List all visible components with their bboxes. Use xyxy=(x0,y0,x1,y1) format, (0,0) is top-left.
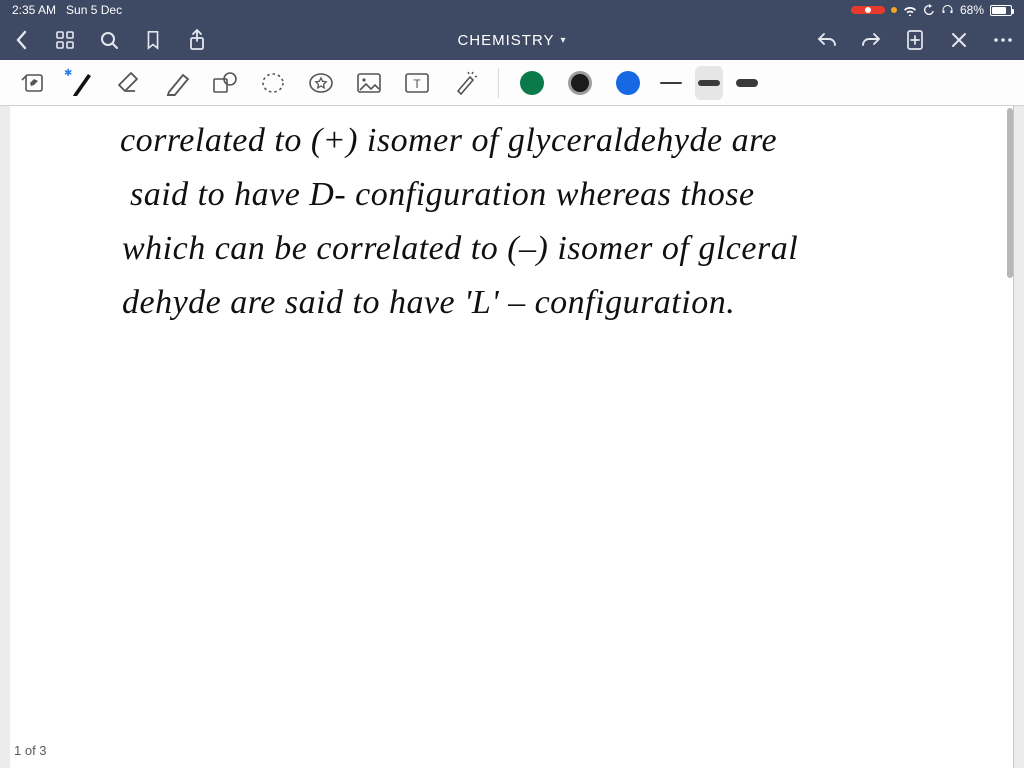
note-page[interactable]: correlated to (+) isomer of glyceraldehy… xyxy=(10,106,1014,768)
thumbnails-button[interactable] xyxy=(54,29,76,51)
canvas-area[interactable]: correlated to (+) isomer of glyceraldehy… xyxy=(0,106,1024,768)
laser-pointer-tool[interactable] xyxy=(446,66,484,100)
chevron-down-icon: ▾ xyxy=(561,35,567,46)
battery-percent: 68% xyxy=(960,3,984,17)
eraser-tool[interactable] xyxy=(110,66,148,100)
battery-icon xyxy=(990,5,1012,16)
app-title-bar: CHEMISTRY ▾ xyxy=(0,20,1024,60)
document-title[interactable]: CHEMISTRY ▾ xyxy=(208,32,816,49)
color-green[interactable] xyxy=(513,66,551,100)
more-button[interactable] xyxy=(992,29,1014,51)
location-indicator-icon xyxy=(891,7,897,13)
redo-button[interactable] xyxy=(860,29,882,51)
shapes-tool[interactable] xyxy=(206,66,244,100)
tool-divider xyxy=(498,68,499,98)
search-button[interactable] xyxy=(98,29,120,51)
ipad-status-bar: 2:35 AM Sun 5 Dec 68% xyxy=(0,0,1024,20)
share-button[interactable] xyxy=(186,29,208,51)
document-title-text: CHEMISTRY xyxy=(457,32,554,49)
highlighter-tool[interactable] xyxy=(158,66,196,100)
color-black-selected[interactable] xyxy=(561,66,599,100)
handwriting-line-4: dehyde are said to have 'L' – configurat… xyxy=(122,286,735,320)
read-mode-tool[interactable] xyxy=(14,66,52,100)
favorites-tool[interactable] xyxy=(302,66,340,100)
add-page-button[interactable] xyxy=(904,29,926,51)
bookmark-button[interactable] xyxy=(142,29,164,51)
textbox-tool[interactable]: T xyxy=(398,66,436,100)
image-tool[interactable] xyxy=(350,66,388,100)
back-button[interactable] xyxy=(10,29,32,51)
stroke-thick[interactable] xyxy=(733,66,761,100)
color-blue[interactable] xyxy=(609,66,647,100)
status-date: Sun 5 Dec xyxy=(66,3,122,17)
undo-button[interactable] xyxy=(816,29,838,51)
svg-text:T: T xyxy=(413,77,421,91)
wifi-icon xyxy=(903,5,917,16)
page-counter: 1 of 3 xyxy=(14,743,47,758)
scrollbar-thumb[interactable] xyxy=(1007,108,1013,278)
screen-record-indicator[interactable] xyxy=(851,6,885,14)
handwriting-line-1: correlated to (+) isomer of glyceraldehy… xyxy=(120,124,777,158)
close-button[interactable] xyxy=(948,29,970,51)
pen-tool[interactable]: ✱ xyxy=(62,66,100,100)
status-time: 2:35 AM xyxy=(12,3,56,17)
headphones-icon xyxy=(941,4,954,16)
stroke-thin[interactable] xyxy=(657,66,685,100)
bluetooth-icon: ✱ xyxy=(64,68,72,79)
handwriting-line-3: which can be correlated to (–) isomer of… xyxy=(122,232,798,266)
lasso-tool[interactable] xyxy=(254,66,292,100)
handwriting-line-2: said to have D- configuration whereas th… xyxy=(130,178,755,212)
rotation-lock-icon xyxy=(923,4,935,16)
stroke-medium-selected[interactable] xyxy=(695,66,723,100)
tool-strip: ✱ T xyxy=(0,60,1024,106)
